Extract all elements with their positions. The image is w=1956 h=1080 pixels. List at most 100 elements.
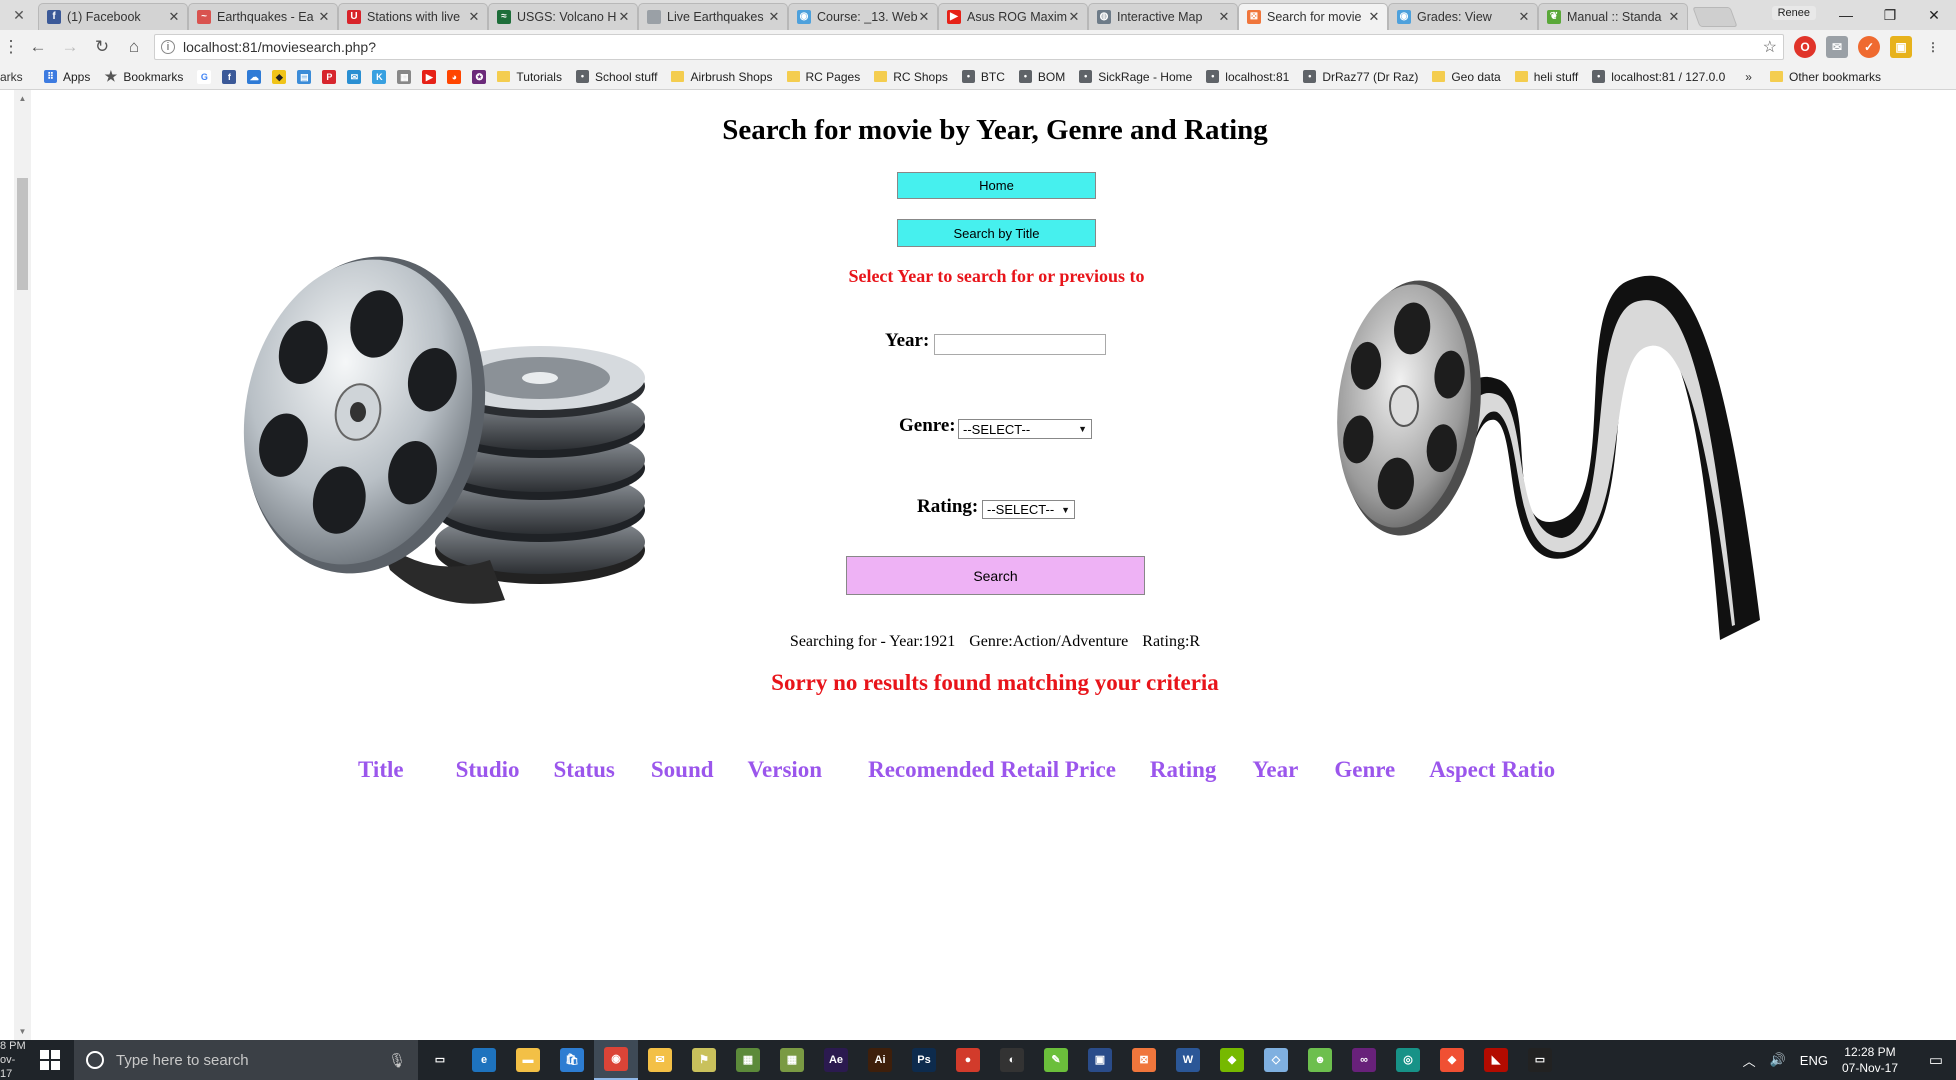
commbank-icon[interactable]: ◆ bbox=[272, 69, 287, 84]
tab-close-icon[interactable]: ✕ bbox=[317, 9, 331, 25]
taskbar-app-button[interactable]: ▭ bbox=[418, 1040, 462, 1080]
taskbar-app-button[interactable]: ▭ bbox=[1518, 1040, 1562, 1080]
browser-tab[interactable]: ≈ USGS: Volcano H ✕ bbox=[488, 3, 638, 30]
microphone-icon[interactable]: 🎙 bbox=[388, 1052, 406, 1069]
rating-select[interactable]: --SELECT-- ▼ bbox=[982, 500, 1075, 519]
minimize-icon[interactable]: — bbox=[1824, 0, 1868, 30]
taskbar-app-button[interactable]: ◇ bbox=[1254, 1040, 1298, 1080]
volume-icon[interactable]: 🔊 bbox=[1770, 1052, 1786, 1068]
scroll-up-icon[interactable]: ▲ bbox=[14, 90, 31, 107]
search-button[interactable]: Search bbox=[846, 556, 1145, 595]
mail-extension-icon[interactable]: ✉ bbox=[1826, 36, 1848, 58]
pinterest-icon[interactable]: P bbox=[322, 69, 337, 84]
taskbar-app-button[interactable]: ☻ bbox=[1298, 1040, 1342, 1080]
taskbar-search-box[interactable]: Type here to search 🎙 bbox=[74, 1040, 418, 1080]
image-bookmark-icon[interactable]: ▦ bbox=[397, 69, 412, 84]
bookmark-other[interactable]: Other bookmarks bbox=[1769, 70, 1881, 84]
taskbar-app-button[interactable]: ◎ bbox=[1386, 1040, 1430, 1080]
bookmark-item[interactable]: • DrRaz77 (Dr Raz) bbox=[1303, 70, 1418, 84]
youtube-icon[interactable]: ▶ bbox=[422, 69, 437, 84]
back-button[interactable]: ← bbox=[22, 32, 54, 62]
tab-close-icon[interactable]: ✕ bbox=[1367, 9, 1381, 25]
bookmark-star-icon[interactable]: ☆ bbox=[1763, 37, 1777, 57]
taskbar-clock[interactable]: 12:28 PM 07-Nov-17 bbox=[1842, 1044, 1898, 1076]
taskbar-app-button[interactable]: 🛍 bbox=[550, 1040, 594, 1080]
vertical-scrollbar[interactable]: ▲ ▼ bbox=[14, 90, 31, 1040]
scroll-down-icon[interactable]: ▼ bbox=[14, 1023, 31, 1040]
taskbar-app-button[interactable]: ◐ bbox=[990, 1040, 1034, 1080]
browser-tab[interactable]: ~ Earthquakes - Ea ✕ bbox=[188, 3, 338, 30]
language-indicator[interactable]: ENG bbox=[1800, 1053, 1828, 1068]
search-by-title-button[interactable]: Search by Title bbox=[897, 219, 1096, 247]
bookmark-item[interactable]: RC Shops bbox=[874, 70, 948, 84]
notifications-icon[interactable]: ▭ bbox=[1916, 1051, 1956, 1069]
close-window-icon[interactable]: ✕ bbox=[1912, 0, 1956, 30]
tray-chevron-icon[interactable]: ︿ bbox=[1743, 1051, 1756, 1070]
facebook-icon[interactable]: f bbox=[222, 69, 237, 84]
bookmark-apps[interactable]: ⠿ Apps bbox=[44, 70, 90, 84]
info-icon[interactable]: i bbox=[161, 40, 175, 54]
bookmark-item[interactable]: • localhost:81 / 127.0.0 bbox=[1592, 70, 1725, 84]
taskbar-app-button[interactable]: ✎ bbox=[1034, 1040, 1078, 1080]
taskbar-app-button[interactable]: W bbox=[1166, 1040, 1210, 1080]
menu-dots-icon[interactable]: ⋮ bbox=[0, 32, 22, 62]
bookmark-item[interactable]: Tutorials bbox=[497, 70, 562, 84]
reddit-icon[interactable]: ◕ bbox=[447, 69, 462, 84]
wallet-extension-icon[interactable]: ▣ bbox=[1890, 36, 1912, 58]
taskbar-app-button[interactable]: ◆ bbox=[1210, 1040, 1254, 1080]
bookmark-item[interactable]: • SickRage - Home bbox=[1079, 70, 1192, 84]
browser-tab[interactable]: U Stations with live ✕ bbox=[338, 3, 488, 30]
address-bar[interactable]: i localhost:81/moviesearch.php? ☆ bbox=[154, 34, 1784, 60]
bookmark-item[interactable]: Geo data bbox=[1432, 70, 1501, 84]
taskbar-app-button[interactable]: Ps bbox=[902, 1040, 946, 1080]
close-icon[interactable]: ✕ bbox=[0, 0, 38, 30]
tab-close-icon[interactable]: ✕ bbox=[1667, 9, 1681, 25]
windows-start-icon[interactable] bbox=[26, 1040, 74, 1080]
tab-close-icon[interactable]: ✕ bbox=[1217, 9, 1231, 25]
browser-tab[interactable]: ❦ Manual :: Standa ✕ bbox=[1538, 3, 1688, 30]
taskbar-app-button[interactable]: ⚑ bbox=[682, 1040, 726, 1080]
taskbar-app-button[interactable]: ◣ bbox=[1474, 1040, 1518, 1080]
taskbar-app-button[interactable]: ● bbox=[946, 1040, 990, 1080]
browser-tab[interactable]: ⊠ Search for movie ✕ bbox=[1238, 3, 1388, 30]
bookmark-item[interactable]: Airbrush Shops bbox=[671, 70, 773, 84]
taskbar-app-button[interactable]: ✉ bbox=[638, 1040, 682, 1080]
news-icon[interactable]: ▤ bbox=[297, 69, 312, 84]
genre-select[interactable]: --SELECT-- ▼ bbox=[958, 419, 1092, 439]
browser-tab[interactable]: ◉ Course: _13. Web ✕ bbox=[788, 3, 938, 30]
taskbar-app-button[interactable]: ⊠ bbox=[1122, 1040, 1166, 1080]
pinwheel-extension-icon[interactable]: ✓ bbox=[1858, 36, 1880, 58]
tab-close-icon[interactable]: ✕ bbox=[917, 9, 931, 25]
taskbar-app-button[interactable]: ▬ bbox=[506, 1040, 550, 1080]
bookmark-item[interactable]: • localhost:81 bbox=[1206, 70, 1289, 84]
weather-icon[interactable]: ☁ bbox=[247, 69, 262, 84]
reload-button[interactable]: ↻ bbox=[86, 32, 118, 62]
opera-extension-icon[interactable]: O bbox=[1794, 36, 1816, 58]
bookmark-item[interactable]: • BOM bbox=[1018, 70, 1065, 84]
chrome-menu-icon[interactable]: ⋮ bbox=[1922, 36, 1944, 58]
home-icon[interactable]: ⌂ bbox=[118, 32, 150, 62]
taskbar-app-button[interactable]: ▣ bbox=[1078, 1040, 1122, 1080]
bookmark-item[interactable]: • School stuff bbox=[575, 70, 657, 84]
tab-close-icon[interactable]: ✕ bbox=[467, 9, 481, 25]
taskbar-app-button[interactable]: ▦ bbox=[770, 1040, 814, 1080]
browser-tab[interactable]: ◍ Interactive Map ✕ bbox=[1088, 3, 1238, 30]
tab-close-icon[interactable]: ✕ bbox=[1067, 9, 1081, 25]
taskbar-app-button[interactable]: ∞ bbox=[1342, 1040, 1386, 1080]
taskbar-app-button[interactable]: ▦ bbox=[726, 1040, 770, 1080]
bookmark-item[interactable]: heli stuff bbox=[1514, 70, 1578, 84]
bookmark-item[interactable]: • BTC bbox=[961, 70, 1005, 84]
google-icon[interactable]: G bbox=[197, 69, 212, 84]
browser-tab[interactable]: f (1) Facebook ✕ bbox=[38, 3, 188, 30]
tab-close-icon[interactable]: ✕ bbox=[1517, 9, 1531, 25]
forward-button[interactable]: → bbox=[54, 32, 86, 62]
restore-icon[interactable]: ❐ bbox=[1868, 0, 1912, 30]
new-tab-button[interactable] bbox=[1692, 7, 1738, 27]
tab-close-icon[interactable]: ✕ bbox=[167, 9, 181, 25]
taskbar-app-button[interactable]: e bbox=[462, 1040, 506, 1080]
browser-tab[interactable]: Live Earthquakes ✕ bbox=[638, 3, 788, 30]
game-icon[interactable]: ✪ bbox=[472, 69, 487, 84]
taskbar-app-button[interactable]: Ae bbox=[814, 1040, 858, 1080]
profile-button[interactable]: Renee bbox=[1771, 6, 1816, 20]
bookmark-item[interactable]: RC Pages bbox=[786, 70, 860, 84]
